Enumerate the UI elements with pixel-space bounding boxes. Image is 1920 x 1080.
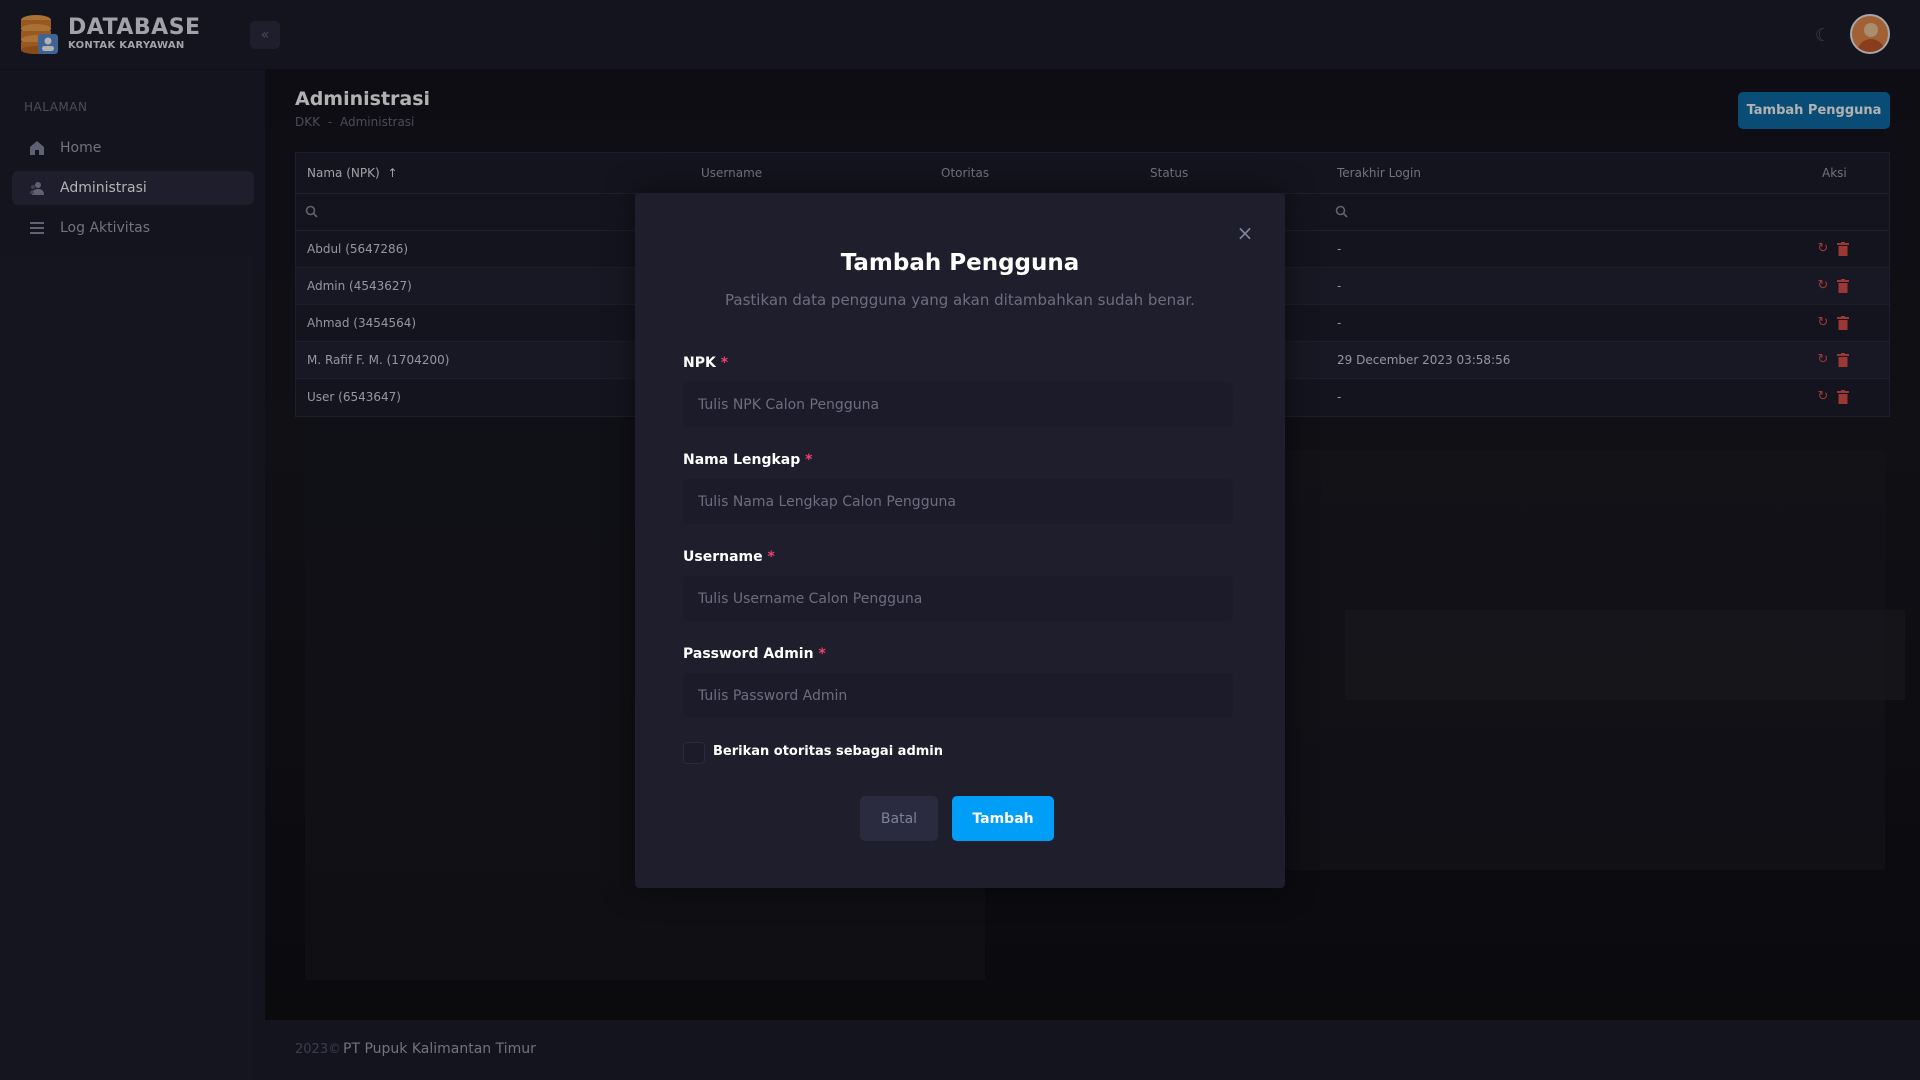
cancel-button[interactable]: Batal: [860, 796, 938, 841]
admin-authority-label[interactable]: Berikan otoritas sebagai admin: [713, 744, 943, 759]
username-label: Username *: [683, 549, 775, 565]
submit-button[interactable]: Tambah: [952, 796, 1054, 841]
admin-authority-checkbox[interactable]: [683, 742, 705, 764]
username-input[interactable]: [683, 576, 1233, 621]
add-user-modal: × Tambah Pengguna Pastikan data pengguna…: [635, 193, 1285, 888]
npk-input[interactable]: [683, 382, 1233, 427]
admin-password-label: Password Admin *: [683, 646, 826, 662]
required-mark: *: [818, 646, 826, 662]
full-name-input[interactable]: [683, 479, 1233, 524]
required-mark: *: [805, 452, 813, 468]
required-mark: *: [720, 355, 729, 371]
required-mark: *: [767, 549, 775, 565]
close-icon[interactable]: ×: [1235, 223, 1255, 243]
modal-title: Tambah Pengguna: [840, 250, 1080, 276]
full-name-label: Nama Lengkap *: [683, 452, 813, 468]
modal-subtitle: Pastikan data pengguna yang akan ditamba…: [725, 291, 1195, 309]
npk-label: NPK *: [683, 355, 729, 371]
admin-password-input[interactable]: [683, 673, 1233, 718]
